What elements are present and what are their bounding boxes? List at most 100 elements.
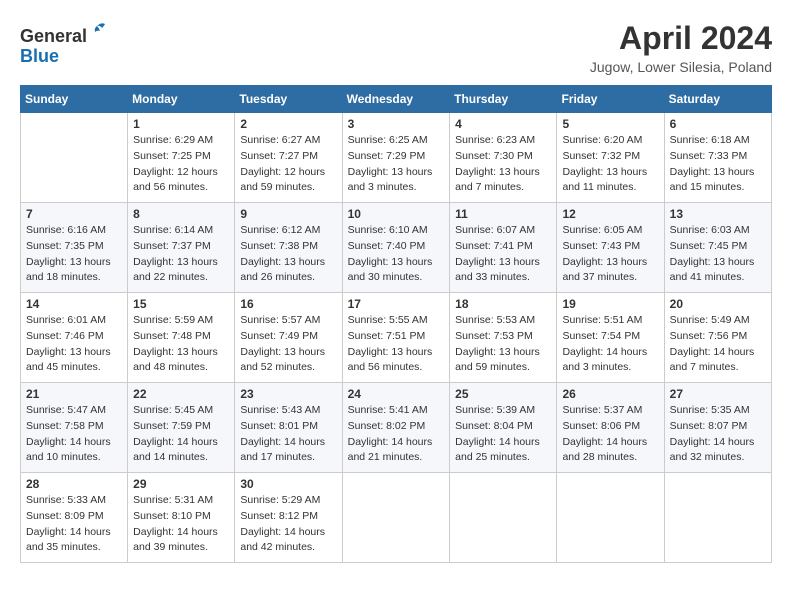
day-info: Sunrise: 5:31 AM Sunset: 8:10 PM Dayligh…: [133, 493, 229, 556]
logo: General Blue: [20, 20, 109, 67]
day-info: Sunrise: 5:57 AM Sunset: 7:49 PM Dayligh…: [240, 313, 336, 376]
calendar-header-tuesday: Tuesday: [235, 86, 342, 113]
day-info: Sunrise: 6:29 AM Sunset: 7:25 PM Dayligh…: [133, 133, 229, 196]
day-number: 10: [348, 207, 445, 221]
calendar-cell: 16 Sunrise: 5:57 AM Sunset: 7:49 PM Dayli…: [235, 293, 342, 383]
day-number: 29: [133, 477, 229, 491]
day-info: Sunrise: 6:10 AM Sunset: 7:40 PM Dayligh…: [348, 223, 445, 286]
calendar-cell: 19 Sunrise: 5:51 AM Sunset: 7:54 PM Dayli…: [557, 293, 664, 383]
calendar-cell: 30 Sunrise: 5:29 AM Sunset: 8:12 PM Dayli…: [235, 473, 342, 563]
day-number: 2: [240, 117, 336, 131]
logo-text-blue: Blue: [20, 46, 59, 66]
day-number: 16: [240, 297, 336, 311]
calendar-cell: 8 Sunrise: 6:14 AM Sunset: 7:37 PM Daylig…: [128, 203, 235, 293]
day-info: Sunrise: 5:49 AM Sunset: 7:56 PM Dayligh…: [670, 313, 766, 376]
calendar-cell: [342, 473, 450, 563]
day-info: Sunrise: 5:33 AM Sunset: 8:09 PM Dayligh…: [26, 493, 122, 556]
day-number: 28: [26, 477, 122, 491]
calendar-cell: 18 Sunrise: 5:53 AM Sunset: 7:53 PM Dayli…: [450, 293, 557, 383]
calendar-cell: 2 Sunrise: 6:27 AM Sunset: 7:27 PM Daylig…: [235, 113, 342, 203]
calendar-header-friday: Friday: [557, 86, 664, 113]
calendar-header-thursday: Thursday: [450, 86, 557, 113]
day-info: Sunrise: 6:12 AM Sunset: 7:38 PM Dayligh…: [240, 223, 336, 286]
day-number: 18: [455, 297, 551, 311]
day-number: 26: [562, 387, 658, 401]
title-area: April 2024 Jugow, Lower Silesia, Poland: [590, 20, 772, 75]
calendar-cell: 6 Sunrise: 6:18 AM Sunset: 7:33 PM Daylig…: [664, 113, 771, 203]
day-info: Sunrise: 5:39 AM Sunset: 8:04 PM Dayligh…: [455, 403, 551, 466]
day-info: Sunrise: 5:53 AM Sunset: 7:53 PM Dayligh…: [455, 313, 551, 376]
header: General Blue April 2024 Jugow, Lower Sil…: [20, 20, 772, 75]
day-info: Sunrise: 6:20 AM Sunset: 7:32 PM Dayligh…: [562, 133, 658, 196]
day-info: Sunrise: 5:41 AM Sunset: 8:02 PM Dayligh…: [348, 403, 445, 466]
day-info: Sunrise: 6:18 AM Sunset: 7:33 PM Dayligh…: [670, 133, 766, 196]
day-info: Sunrise: 5:47 AM Sunset: 7:58 PM Dayligh…: [26, 403, 122, 466]
day-info: Sunrise: 5:51 AM Sunset: 7:54 PM Dayligh…: [562, 313, 658, 376]
calendar-cell: 14Sunrise: 6:01 AM Sunset: 7:46 PM Dayli…: [21, 293, 128, 383]
calendar-cell: 5 Sunrise: 6:20 AM Sunset: 7:32 PM Daylig…: [557, 113, 664, 203]
day-info: Sunrise: 6:03 AM Sunset: 7:45 PM Dayligh…: [670, 223, 766, 286]
calendar-cell: [21, 113, 128, 203]
calendar-cell: 1 Sunrise: 6:29 AM Sunset: 7:25 PM Daylig…: [128, 113, 235, 203]
calendar-cell: 20Sunrise: 5:49 AM Sunset: 7:56 PM Dayli…: [664, 293, 771, 383]
day-info: Sunrise: 5:55 AM Sunset: 7:51 PM Dayligh…: [348, 313, 445, 376]
day-info: Sunrise: 5:45 AM Sunset: 7:59 PM Dayligh…: [133, 403, 229, 466]
day-number: 6: [670, 117, 766, 131]
calendar-cell: [450, 473, 557, 563]
calendar-cell: 29 Sunrise: 5:31 AM Sunset: 8:10 PM Dayli…: [128, 473, 235, 563]
calendar-header-monday: Monday: [128, 86, 235, 113]
day-number: 24: [348, 387, 445, 401]
calendar-cell: [557, 473, 664, 563]
calendar-cell: 24 Sunrise: 5:41 AM Sunset: 8:02 PM Dayli…: [342, 383, 450, 473]
day-info: Sunrise: 5:37 AM Sunset: 8:06 PM Dayligh…: [562, 403, 658, 466]
calendar-cell: 9 Sunrise: 6:12 AM Sunset: 7:38 PM Daylig…: [235, 203, 342, 293]
day-number: 8: [133, 207, 229, 221]
day-number: 30: [240, 477, 336, 491]
day-number: 3: [348, 117, 445, 131]
calendar-cell: 3 Sunrise: 6:25 AM Sunset: 7:29 PM Daylig…: [342, 113, 450, 203]
logo-bird-icon: [87, 20, 109, 42]
day-number: 11: [455, 207, 551, 221]
day-info: Sunrise: 6:05 AM Sunset: 7:43 PM Dayligh…: [562, 223, 658, 286]
day-info: Sunrise: 6:25 AM Sunset: 7:29 PM Dayligh…: [348, 133, 445, 196]
calendar-cell: 28 Sunrise: 5:33 AM Sunset: 8:09 PM Dayli…: [21, 473, 128, 563]
calendar-body: 1 Sunrise: 6:29 AM Sunset: 7:25 PM Daylig…: [21, 113, 772, 563]
day-number: 9: [240, 207, 336, 221]
calendar-header-row: SundayMondayTuesdayWednesdayThursdayFrid…: [21, 86, 772, 113]
day-number: 15: [133, 297, 229, 311]
calendar-cell: 25 Sunrise: 5:39 AM Sunset: 8:04 PM Dayli…: [450, 383, 557, 473]
day-number: 5: [562, 117, 658, 131]
day-number: 21: [26, 387, 122, 401]
day-number: 25: [455, 387, 551, 401]
day-number: 13: [670, 207, 766, 221]
day-info: Sunrise: 5:43 AM Sunset: 8:01 PM Dayligh…: [240, 403, 336, 466]
calendar-cell: 7Sunrise: 6:16 AM Sunset: 7:35 PM Daylig…: [21, 203, 128, 293]
day-info: Sunrise: 6:27 AM Sunset: 7:27 PM Dayligh…: [240, 133, 336, 196]
day-number: 19: [562, 297, 658, 311]
day-info: Sunrise: 6:14 AM Sunset: 7:37 PM Dayligh…: [133, 223, 229, 286]
calendar-cell: 22Sunrise: 5:45 AM Sunset: 7:59 PM Dayli…: [128, 383, 235, 473]
calendar-cell: 4Sunrise: 6:23 AM Sunset: 7:30 PM Daylig…: [450, 113, 557, 203]
day-number: 14: [26, 297, 122, 311]
day-info: Sunrise: 5:35 AM Sunset: 8:07 PM Dayligh…: [670, 403, 766, 466]
calendar-cell: 15 Sunrise: 5:59 AM Sunset: 7:48 PM Dayli…: [128, 293, 235, 383]
calendar-week-1: 1 Sunrise: 6:29 AM Sunset: 7:25 PM Daylig…: [21, 113, 772, 203]
day-info: Sunrise: 6:23 AM Sunset: 7:30 PM Dayligh…: [455, 133, 551, 196]
calendar-cell: 27 Sunrise: 5:35 AM Sunset: 8:07 PM Dayli…: [664, 383, 771, 473]
calendar-header-sunday: Sunday: [21, 86, 128, 113]
day-info: Sunrise: 5:29 AM Sunset: 8:12 PM Dayligh…: [240, 493, 336, 556]
calendar-week-4: 21 Sunrise: 5:47 AM Sunset: 7:58 PM Dayli…: [21, 383, 772, 473]
logo-text-general: General: [20, 26, 87, 46]
calendar-week-2: 7Sunrise: 6:16 AM Sunset: 7:35 PM Daylig…: [21, 203, 772, 293]
day-number: 27: [670, 387, 766, 401]
day-info: Sunrise: 5:59 AM Sunset: 7:48 PM Dayligh…: [133, 313, 229, 376]
day-number: 23: [240, 387, 336, 401]
calendar-cell: 12Sunrise: 6:05 AM Sunset: 7:43 PM Dayli…: [557, 203, 664, 293]
day-number: 1: [133, 117, 229, 131]
day-number: 7: [26, 207, 122, 221]
calendar-cell: 11Sunrise: 6:07 AM Sunset: 7:41 PM Dayli…: [450, 203, 557, 293]
calendar-cell: 13 Sunrise: 6:03 AM Sunset: 7:45 PM Dayli…: [664, 203, 771, 293]
calendar-table: SundayMondayTuesdayWednesdayThursdayFrid…: [20, 85, 772, 563]
location: Jugow, Lower Silesia, Poland: [590, 59, 772, 75]
month-title: April 2024: [590, 20, 772, 57]
